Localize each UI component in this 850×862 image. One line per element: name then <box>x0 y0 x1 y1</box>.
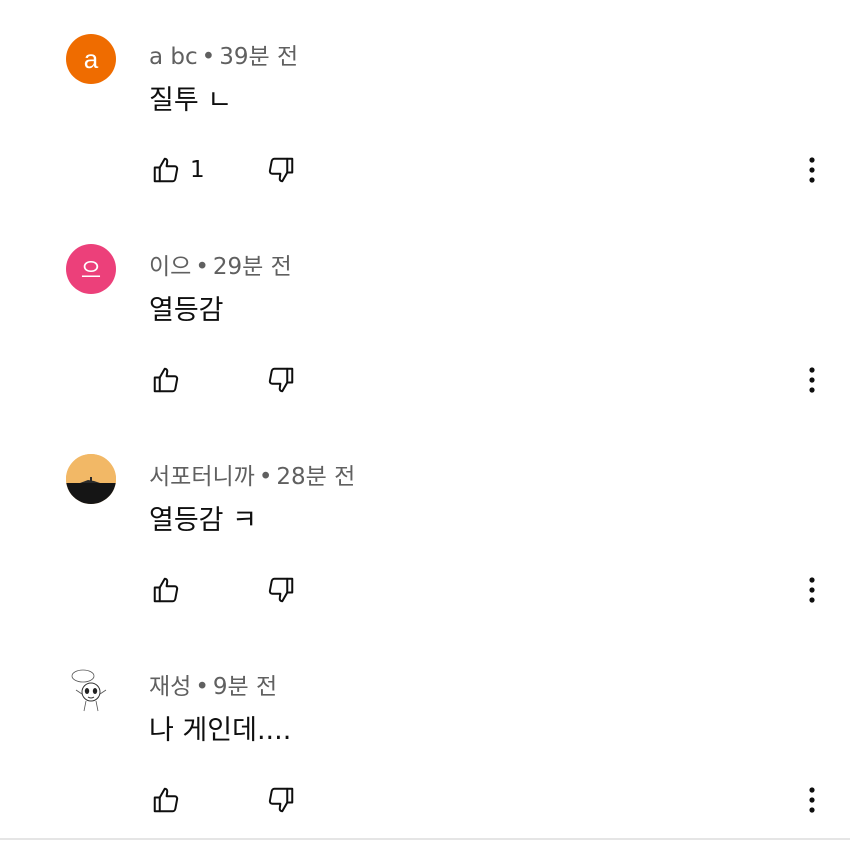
avatar[interactable] <box>66 454 116 504</box>
like-button[interactable] <box>148 362 184 398</box>
comment-meta: a bc • 39분 전 <box>149 43 298 71</box>
comment-text: 질투 ㄴ <box>149 85 233 116</box>
comment-meta: 서포터니까 • 28분 전 <box>149 463 355 491</box>
avatar-letter: a <box>83 43 99 74</box>
like-count: 1 <box>190 157 205 183</box>
thumbs-up-icon <box>153 577 179 603</box>
sunset-photo-icon <box>66 454 116 504</box>
cartoon-sketch-icon <box>66 664 116 714</box>
thumbs-up-icon <box>153 367 179 393</box>
comment-author[interactable]: 이으 <box>149 254 191 280</box>
like-button[interactable] <box>148 152 184 188</box>
comment-text: 나 게인데.... <box>149 715 292 746</box>
meta-separator: • <box>201 44 216 70</box>
more-vertical-icon <box>809 577 815 603</box>
meta-separator: • <box>195 674 209 700</box>
thumbs-up-icon <box>153 157 179 183</box>
like-button[interactable] <box>148 782 184 818</box>
thumbs-down-icon <box>268 157 294 183</box>
comment-actions <box>0 356 850 404</box>
comment-actions: 1 <box>0 146 850 194</box>
thumbs-down-icon <box>268 367 294 393</box>
comment-time[interactable]: 9분 전 <box>213 674 277 700</box>
comment-author[interactable]: 재성 <box>149 674 191 700</box>
comment-item: 재성 • 9분 전 나 게인데.... <box>0 652 850 862</box>
thumbs-up-icon <box>153 787 179 813</box>
comment-item: 서포터니까 • 28분 전 열등감 ㅋ <box>0 442 850 652</box>
comment-time[interactable]: 39분 전 <box>219 44 298 70</box>
like-button[interactable] <box>148 572 184 608</box>
more-vertical-icon <box>809 157 815 183</box>
comment-time[interactable]: 28분 전 <box>276 464 355 490</box>
comment-actions <box>0 776 850 824</box>
dislike-button[interactable] <box>263 782 299 818</box>
more-options-button[interactable] <box>796 782 828 818</box>
comment-item: a a bc • 39분 전 질투 ㄴ 1 <box>0 22 850 232</box>
comment-meta: 이으 • 29분 전 <box>149 253 292 281</box>
comment-text: 열등감 <box>149 295 224 326</box>
more-options-button[interactable] <box>796 572 828 608</box>
dislike-button[interactable] <box>263 152 299 188</box>
more-vertical-icon <box>809 787 815 813</box>
avatar[interactable]: 으 <box>66 244 116 294</box>
thumbs-down-icon <box>268 787 294 813</box>
more-options-button[interactable] <box>796 152 828 188</box>
divider <box>0 838 850 840</box>
comment-time[interactable]: 29분 전 <box>213 254 292 280</box>
dislike-button[interactable] <box>263 572 299 608</box>
comment-meta: 재성 • 9분 전 <box>149 673 277 701</box>
meta-separator: • <box>258 464 273 490</box>
comment-text: 열등감 ㅋ <box>149 505 257 536</box>
meta-separator: • <box>195 254 209 280</box>
dislike-button[interactable] <box>263 362 299 398</box>
avatar[interactable]: a <box>66 34 116 84</box>
more-vertical-icon <box>809 367 815 393</box>
comment-item: 으 이으 • 29분 전 열등감 <box>0 232 850 442</box>
comment-author[interactable]: a bc <box>149 44 198 70</box>
thumbs-down-icon <box>268 577 294 603</box>
comment-author[interactable]: 서포터니까 <box>149 464 255 490</box>
more-options-button[interactable] <box>796 362 828 398</box>
avatar[interactable] <box>66 664 116 714</box>
avatar-letter: 으 <box>80 259 102 284</box>
comment-actions <box>0 566 850 614</box>
